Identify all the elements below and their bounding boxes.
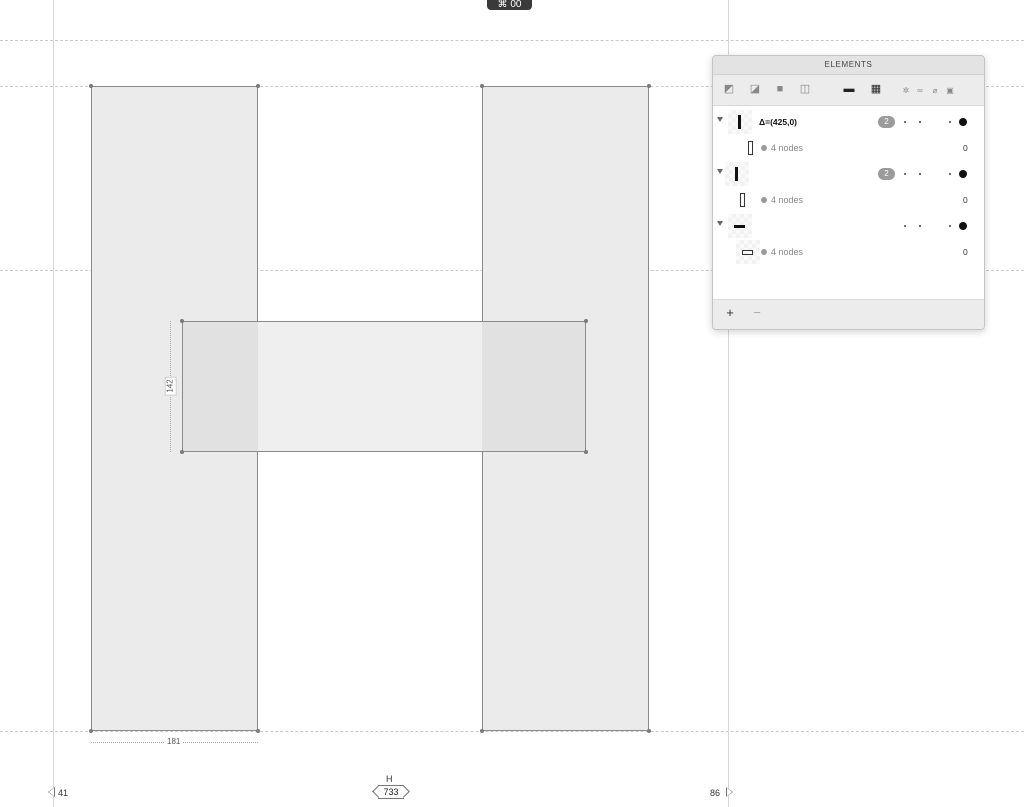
element-label: Δ=(425,0)	[759, 117, 798, 127]
node[interactable]	[647, 729, 651, 733]
disclosure-triangle-icon[interactable]	[717, 117, 723, 122]
left-sidebearing-handle-icon[interactable]	[48, 787, 55, 797]
left-margin-guide	[53, 0, 54, 807]
disclosure-triangle-icon[interactable]	[717, 169, 723, 174]
node[interactable]	[256, 729, 260, 733]
visibility-dot-icon[interactable]	[959, 222, 967, 230]
crossbar-shape[interactable]	[182, 321, 586, 452]
node-count-label: 4 nodes	[771, 143, 804, 153]
node-count-label: 4 nodes	[771, 247, 804, 257]
disclosure-triangle-icon[interactable]	[717, 221, 723, 226]
advance-width-value[interactable]: 733	[378, 785, 404, 799]
dot-icon[interactable]	[949, 225, 951, 227]
node-dot-icon	[761, 249, 767, 255]
dot-icon[interactable]	[904, 225, 906, 227]
node[interactable]	[480, 729, 484, 733]
dot-icon[interactable]	[904, 121, 906, 123]
list-item[interactable]	[713, 213, 984, 239]
elements-panel: ELEMENTS ◩ ◪ ■ ◫ ▬ ▦ ✲ ∞ ⌀ ▣ Δ=(425,0) 2…	[712, 55, 985, 330]
remove-element-button[interactable]: −	[750, 306, 764, 320]
lock-icon[interactable]: ▣	[945, 85, 955, 96]
elements-panel-title: ELEMENTS	[713, 56, 984, 75]
node[interactable]	[256, 84, 260, 88]
element-thumbnail	[738, 136, 762, 160]
gear-icon[interactable]: ✲	[901, 85, 911, 96]
node-dot-icon	[761, 145, 767, 151]
node[interactable]	[584, 450, 588, 454]
node-dot-icon	[761, 197, 767, 203]
left-sidebearing-value[interactable]: 41	[58, 788, 68, 798]
node-count-label: 4 nodes	[771, 195, 804, 205]
dot-icon[interactable]	[904, 173, 906, 175]
right-sidebearing-value[interactable]: 86	[710, 788, 720, 798]
visibility-dot-icon[interactable]	[959, 170, 967, 178]
element-thumbnail	[728, 110, 752, 134]
list-item[interactable]: 4 nodes 0	[713, 135, 984, 161]
list-item[interactable]: 2	[713, 161, 984, 187]
node[interactable]	[89, 729, 93, 733]
baseline-guide	[0, 731, 1024, 732]
stem-width-measure: 181	[165, 737, 183, 747]
element-thumbnail	[725, 162, 749, 186]
count-badge: 2	[878, 116, 895, 128]
exclude-icon[interactable]: ◫	[799, 84, 811, 95]
crossbar-height-measure: 142	[164, 376, 177, 396]
list-item[interactable]: 4 nodes 0	[713, 239, 984, 265]
mask-icon[interactable]: ▬	[843, 84, 855, 95]
right-sidebearing-handle-icon[interactable]	[726, 787, 733, 797]
node[interactable]	[584, 319, 588, 323]
node[interactable]	[647, 84, 651, 88]
node[interactable]	[180, 450, 184, 454]
count-badge: 2	[878, 168, 895, 180]
dot-icon[interactable]	[919, 173, 921, 175]
elements-footer: + −	[713, 299, 984, 329]
grid-icon[interactable]: ▦	[870, 84, 882, 95]
dot-icon[interactable]	[919, 225, 921, 227]
top-status-tab[interactable]: ⌘ 00	[487, 0, 532, 10]
visibility-dot-icon[interactable]	[959, 118, 967, 126]
dot-icon[interactable]	[949, 173, 951, 175]
attach-icon[interactable]: ⌀	[930, 85, 940, 96]
subtract-icon[interactable]: ◪	[749, 84, 761, 95]
node[interactable]	[480, 84, 484, 88]
list-item[interactable]: 4 nodes 0	[713, 187, 984, 213]
add-element-button[interactable]: +	[723, 306, 737, 320]
element-thumbnail	[728, 214, 752, 238]
node[interactable]	[180, 319, 184, 323]
element-thumbnail	[730, 188, 754, 212]
dot-icon[interactable]	[949, 121, 951, 123]
component-value: 0	[963, 247, 968, 257]
dot-icon[interactable]	[919, 121, 921, 123]
intersect-icon[interactable]: ■	[774, 84, 786, 95]
union-icon[interactable]: ◩	[723, 84, 735, 95]
elements-toolbar: ◩ ◪ ■ ◫ ▬ ▦ ✲ ∞ ⌀ ▣	[713, 75, 984, 106]
element-thumbnail	[736, 240, 760, 264]
list-item[interactable]: Δ=(425,0) 2	[713, 109, 984, 135]
node[interactable]	[89, 84, 93, 88]
link-icon[interactable]: ∞	[915, 85, 925, 96]
component-value: 0	[963, 143, 968, 153]
elements-list: Δ=(425,0) 2 4 nodes 0 2 4 nodes 0 4 node…	[713, 106, 984, 300]
ascender-guide	[0, 40, 1024, 41]
glyph-name-label: H	[386, 774, 393, 784]
component-value: 0	[963, 195, 968, 205]
